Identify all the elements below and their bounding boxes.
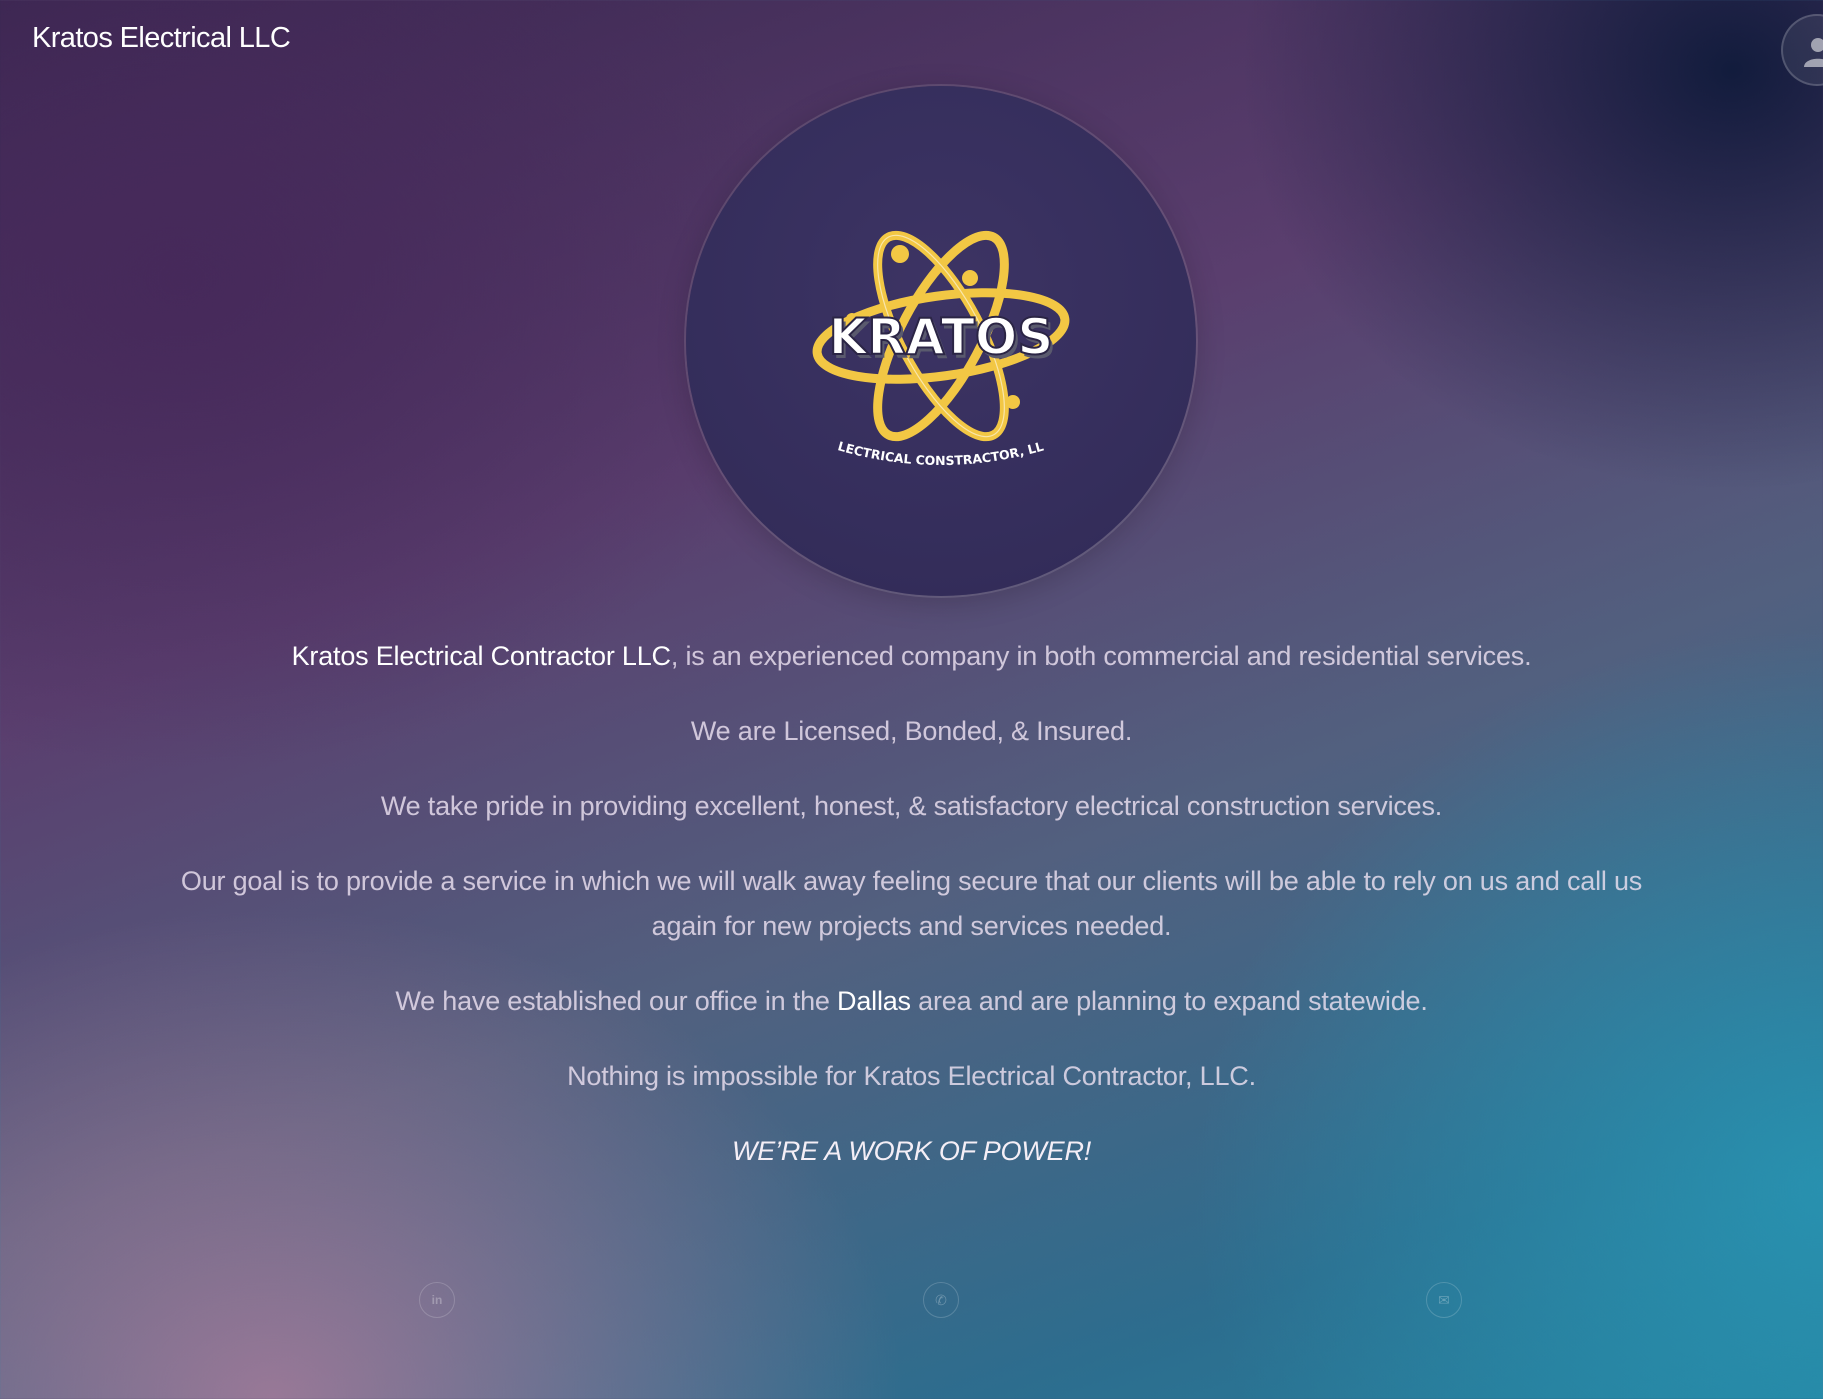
company-logo: KRATOS KRATOS ELECTRICAL CONSTRACTOR, LL… [686,86,1196,596]
email-button[interactable]: ✉ [1426,1282,1462,1318]
about-section: Kratos Electrical Contractor LLC, is an … [150,634,1673,1174]
user-menu-button[interactable] [1781,14,1823,86]
linkedin-button[interactable]: in [419,1282,455,1318]
pride-paragraph: We take pride in providing excellent, ho… [380,791,1443,821]
office-paragraph: We have established our office in the Da… [395,986,1428,1016]
linkedin-icon: in [431,1293,443,1307]
slogan: WE’RE A WORK OF POWER! [731,1136,1092,1166]
phone-button[interactable]: ✆ [923,1282,959,1318]
office-city: Dallas [837,986,911,1016]
phone-icon: ✆ [935,1291,947,1308]
impossible-paragraph: Nothing is impossible for Kratos Electri… [567,1061,1256,1091]
logo-wordmark: KRATOS [829,308,1054,366]
user-icon [1804,38,1823,67]
logo-tagline: ELECTRICAL CONSTRACTOR, LLC [686,86,1045,468]
intro-paragraph: Kratos Electrical Contractor LLC, is an … [291,641,1532,671]
brand-title[interactable]: Kratos Electrical LLC [32,22,291,55]
goal-paragraph: Our goal is to provide a service in whic… [180,866,1643,941]
company-name: Kratos Electrical Contractor LLC [291,641,671,671]
envelope-icon: ✉ [1438,1291,1450,1308]
licensed-paragraph: We are Licensed, Bonded, & Insured. [690,716,1133,746]
atom-logo-icon: KRATOS KRATOS ELECTRICAL CONSTRACTOR, LL… [686,86,1070,468]
